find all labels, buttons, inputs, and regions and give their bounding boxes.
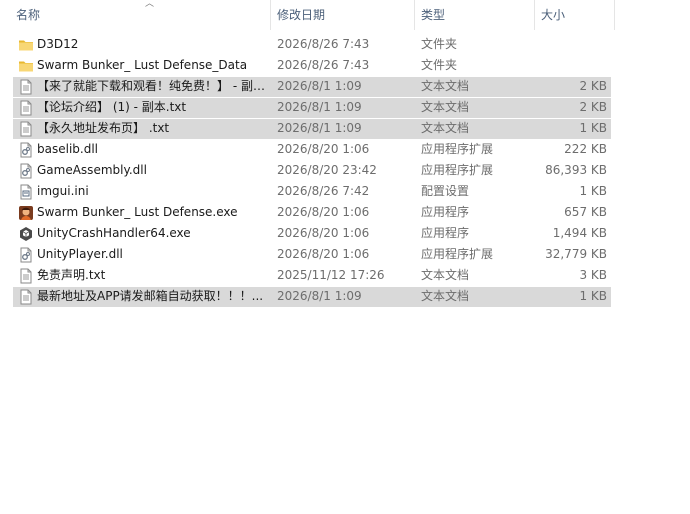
file-size: 3 KB — [579, 268, 607, 282]
file-modified-date: 2026/8/26 7:42 — [277, 184, 370, 198]
file-modified-date: 2026/8/20 1:06 — [277, 142, 370, 156]
file-size: 657 KB — [564, 205, 607, 219]
file-size: 32,779 KB — [545, 247, 607, 261]
file-type: 应用程序扩展 — [421, 247, 494, 261]
file-modified-date: 2026/8/20 1:06 — [277, 247, 370, 261]
file-type: 应用程序扩展 — [421, 142, 494, 156]
file-row[interactable]: 最新地址及APP请发邮箱自动获取！！！... 2026/8/1 1:09 文本文档 1… — [0, 286, 690, 307]
file-size: 222 KB — [564, 142, 607, 156]
file-name: Swarm Bunker_ Lust Defense_Data — [37, 58, 248, 72]
file-row[interactable]: 【来了就能下载和观看！纯免费！】 - 副… 2026/8/1 1:09 文本文档 2 … — [0, 76, 690, 97]
file-row[interactable]: Swarm Bunker_ Lust Defense.exe 2026/8/20 … — [0, 202, 690, 223]
file-size: 2 KB — [579, 79, 607, 93]
text-file-icon — [18, 79, 34, 95]
file-modified-date: 2026/8/1 1:09 — [277, 79, 362, 93]
file-size: 1 KB — [579, 289, 607, 303]
text-file-icon — [18, 100, 34, 116]
file-type: 配置设置 — [421, 184, 470, 198]
file-row[interactable]: D3D12 2026/8/26 7:43 文件夹 — [0, 34, 690, 55]
file-type: 文本文档 — [421, 79, 470, 93]
file-modified-date: 2026/8/1 1:09 — [277, 100, 362, 114]
text-file-icon — [18, 121, 34, 137]
file-type: 文件夹 — [421, 37, 458, 51]
file-type: 文件夹 — [421, 58, 458, 72]
file-name: UnityPlayer.dll — [37, 247, 123, 261]
file-row[interactable]: 【永久地址发布页】 .txt 2026/8/1 1:09 文本文档 1 KB — [0, 118, 690, 139]
file-name: baselib.dll — [37, 142, 98, 156]
file-name: 【永久地址发布页】 .txt — [37, 121, 170, 135]
file-row[interactable]: baselib.dll 2026/8/20 1:06 应用程序扩展 222 KB — [0, 139, 690, 160]
file-modified-date: 2026/8/20 1:06 — [277, 205, 370, 219]
file-row[interactable]: 【论坛介绍】 (1) - 副本.txt 2026/8/1 1:09 文本文档 2 KB — [0, 97, 690, 118]
file-type: 文本文档 — [421, 268, 470, 282]
column-header-name-label: 名称 — [16, 8, 41, 22]
column-header-bar: ︿ 名称 修改日期 类型 大小 — [0, 0, 690, 31]
folder-icon — [18, 37, 34, 53]
dll-file-icon — [18, 142, 34, 158]
file-name: D3D12 — [37, 37, 79, 51]
file-modified-date: 2026/8/20 23:42 — [277, 163, 377, 177]
text-file-icon — [18, 289, 34, 305]
file-row[interactable]: GameAssembly.dll 2026/8/20 23:42 应用程序扩展 86,… — [0, 160, 690, 181]
file-name: imgui.ini — [37, 184, 89, 198]
file-name: Swarm Bunker_ Lust Defense.exe — [37, 205, 238, 219]
file-name: 【论坛介绍】 (1) - 副本.txt — [37, 100, 187, 114]
config-file-icon — [18, 184, 34, 200]
file-size: 86,393 KB — [545, 163, 607, 177]
file-row[interactable]: UnityPlayer.dll 2026/8/20 1:06 应用程序扩展 32,77… — [0, 244, 690, 265]
text-file-icon — [18, 268, 34, 284]
file-row[interactable]: UnityCrashHandler64.exe 2026/8/20 1:06 应用程… — [0, 223, 690, 244]
column-header-type-label: 类型 — [421, 8, 446, 22]
dll-file-icon — [18, 163, 34, 179]
file-type: 文本文档 — [421, 121, 470, 135]
column-header-size[interactable]: 大小 — [535, 0, 615, 30]
game-exe-icon — [18, 205, 34, 221]
column-header-date[interactable]: 修改日期 — [271, 0, 415, 30]
file-name: GameAssembly.dll — [37, 163, 147, 177]
file-name: 最新地址及APP请发邮箱自动获取！！！... — [37, 289, 264, 303]
file-row[interactable]: 免责声明.txt 2025/11/12 17:26 文本文档 3 KB — [0, 265, 690, 286]
file-size: 2 KB — [579, 100, 607, 114]
folder-icon — [18, 58, 34, 74]
file-name: 免责声明.txt — [37, 268, 106, 282]
file-size: 1,494 KB — [552, 226, 607, 240]
file-type: 文本文档 — [421, 100, 470, 114]
file-size: 1 KB — [579, 184, 607, 198]
sort-ascending-icon: ︿ — [145, 0, 155, 9]
file-type: 应用程序 — [421, 205, 470, 219]
file-modified-date: 2026/8/26 7:43 — [277, 37, 370, 51]
file-modified-date: 2026/8/20 1:06 — [277, 226, 370, 240]
file-modified-date: 2026/8/1 1:09 — [277, 121, 362, 135]
file-size: 1 KB — [579, 121, 607, 135]
dll-file-icon — [18, 247, 34, 263]
file-row[interactable]: imgui.ini 2026/8/26 7:42 配置设置 1 KB — [0, 181, 690, 202]
file-row[interactable]: Swarm Bunker_ Lust Defense_Data 2026/8/26… — [0, 55, 690, 76]
file-type: 文本文档 — [421, 289, 470, 303]
file-modified-date: 2026/8/26 7:43 — [277, 58, 370, 72]
file-list: D3D12 2026/8/26 7:43 文件夹 Swarm Bunker_ Lust… — [0, 34, 690, 307]
file-name: 【来了就能下载和观看！纯免费！】 - 副… — [37, 79, 265, 93]
file-name: UnityCrashHandler64.exe — [37, 226, 191, 240]
unity-exe-icon — [18, 226, 34, 242]
file-type: 应用程序 — [421, 226, 470, 240]
file-modified-date: 2026/8/1 1:09 — [277, 289, 362, 303]
column-header-type[interactable]: 类型 — [415, 0, 535, 30]
file-type: 应用程序扩展 — [421, 163, 494, 177]
column-header-name[interactable]: ︿ 名称 — [10, 0, 271, 30]
file-modified-date: 2025/11/12 17:26 — [277, 268, 385, 282]
column-header-size-label: 大小 — [541, 8, 566, 22]
column-header-date-label: 修改日期 — [277, 8, 326, 22]
